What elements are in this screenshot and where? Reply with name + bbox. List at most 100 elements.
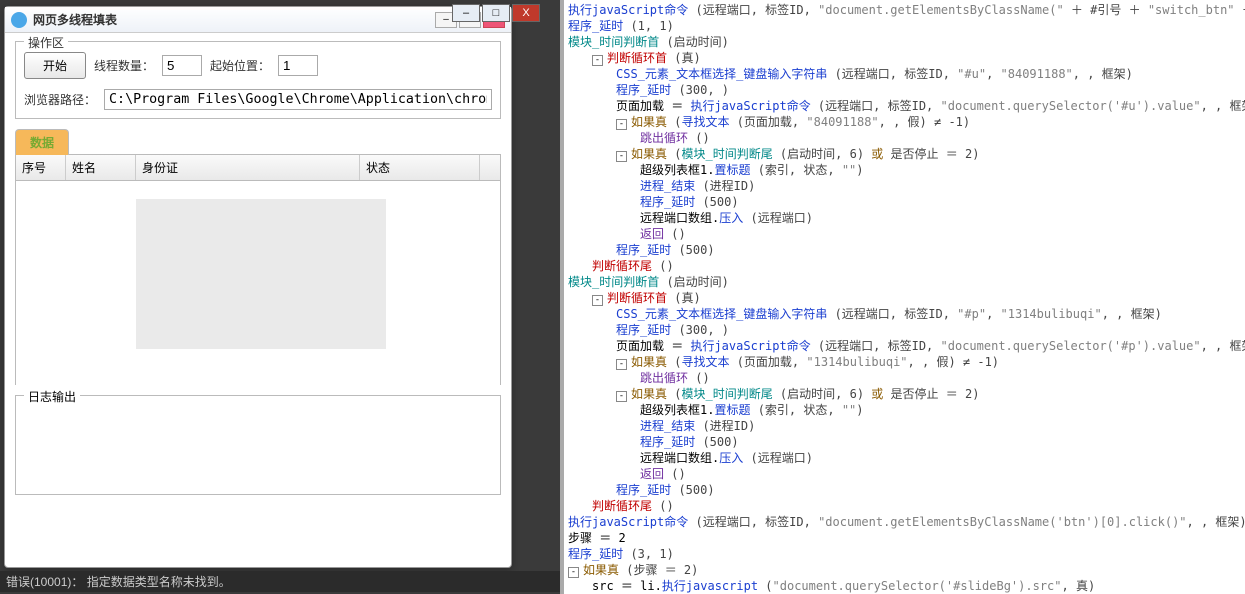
- start-button[interactable]: 开始: [24, 52, 86, 79]
- code-token: 进程_结束: [640, 419, 695, 433]
- code-line[interactable]: 程序_延时 (500): [568, 482, 1241, 498]
- th-name[interactable]: 姓名: [66, 155, 136, 180]
- code-line[interactable]: -如果真 (模块_时间判断尾 (启动时间, 6) 或 是否停止 ＝ 2): [568, 146, 1241, 162]
- code-line[interactable]: -如果真 (步骤 ＝ 2): [568, 562, 1241, 578]
- th-id[interactable]: 身份证: [136, 155, 360, 180]
- tree-toggle-icon[interactable]: -: [592, 295, 603, 306]
- code-token: 如果真: [631, 115, 667, 129]
- code-line[interactable]: 执行javaScript命令 (远程端口, 标签ID, "document.ge…: [568, 2, 1241, 18]
- code-line[interactable]: 返回 (): [568, 226, 1241, 242]
- code-line[interactable]: src ＝ li.执行javascript ("document.querySe…: [568, 578, 1241, 594]
- code-line[interactable]: 跳出循环 (): [568, 370, 1241, 386]
- th-status[interactable]: 状态: [360, 155, 480, 180]
- code-line[interactable]: 程序_延时 (300, ): [568, 82, 1241, 98]
- code-token: 如果真: [631, 387, 667, 401]
- window-title: 网页多线程填表: [33, 11, 435, 28]
- code-token: 执行javaScript命令: [568, 3, 688, 17]
- code-token: "document.querySelector('#p').value": [941, 339, 1201, 353]
- code-line[interactable]: 程序_延时 (500): [568, 434, 1241, 450]
- titlebar[interactable]: 网页多线程填表 – □ X: [5, 7, 511, 33]
- code-line[interactable]: 程序_延时 (500): [568, 194, 1241, 210]
- table-placeholder: [136, 199, 386, 349]
- th-extra[interactable]: [480, 155, 500, 180]
- code-token: 寻找文本: [681, 355, 729, 369]
- code-line[interactable]: 判断循环尾 (): [568, 258, 1241, 274]
- code-line[interactable]: 跳出循环 (): [568, 130, 1241, 146]
- outer-maximize-button[interactable]: □: [482, 4, 510, 22]
- code-line[interactable]: 模块_时间判断首 (启动时间): [568, 34, 1241, 50]
- code-token: (300, ): [671, 323, 729, 337]
- code-token: 模块_时间判断尾: [681, 387, 772, 401]
- code-token: 如果真: [583, 563, 619, 577]
- code-token: (启动时间, 6): [773, 147, 872, 161]
- code-line[interactable]: 页面加载 ＝ 执行javaScript命令 (远程端口, 标签ID, "docu…: [568, 338, 1241, 354]
- code-line[interactable]: 模块_时间判断首 (启动时间): [568, 274, 1241, 290]
- code-token: ＋ #引号 ＋: [1235, 3, 1245, 17]
- browser-path-input[interactable]: [104, 89, 492, 110]
- start-pos-input[interactable]: [278, 55, 318, 76]
- code-token: (页面加载,: [729, 115, 806, 129]
- code-token: 步骤 ＝ 2: [568, 531, 626, 545]
- code-token: (: [758, 579, 772, 593]
- code-line[interactable]: 超级列表框1.置标题 (索引, 状态, ""): [568, 402, 1241, 418]
- code-line[interactable]: 超级列表框1.置标题 (索引, 状态, ""): [568, 162, 1241, 178]
- code-token: "84091188": [806, 115, 878, 129]
- code-token: (1, 1): [623, 19, 674, 33]
- code-token: (索引, 状态,: [750, 403, 841, 417]
- code-token: "#u": [957, 67, 986, 81]
- code-token: (远程端口): [743, 451, 813, 465]
- code-token: (500): [671, 483, 714, 497]
- code-token: (远程端口, 标签ID,: [827, 307, 957, 321]
- code-line[interactable]: CSS_元素_文本框选择_键盘输入字符串 (远程端口, 标签ID, "#p", …: [568, 306, 1241, 322]
- code-line[interactable]: CSS_元素_文本框选择_键盘输入字符串 (远程端口, 标签ID, "#u", …: [568, 66, 1241, 82]
- code-line[interactable]: 程序_延时 (3, 1): [568, 546, 1241, 562]
- code-line[interactable]: 程序_延时 (1, 1): [568, 18, 1241, 34]
- code-line[interactable]: 远程端口数组.压入 (远程端口): [568, 450, 1241, 466]
- code-line[interactable]: 判断循环尾 (): [568, 498, 1241, 514]
- code-token: 程序_延时: [568, 547, 623, 561]
- table-body[interactable]: [16, 181, 500, 386]
- tab-data[interactable]: 数据: [15, 129, 69, 155]
- code-token: (启动时间): [659, 35, 729, 49]
- code-token: (远程端口, 标签ID,: [688, 515, 818, 529]
- app-icon: [11, 12, 27, 28]
- data-table: 序号 姓名 身份证 状态: [15, 155, 501, 385]
- code-line[interactable]: -如果真 (模块_时间判断尾 (启动时间, 6) 或 是否停止 ＝ 2): [568, 386, 1241, 402]
- code-line[interactable]: 返回 (): [568, 466, 1241, 482]
- code-line[interactable]: 程序_延时 (500): [568, 242, 1241, 258]
- outer-minimize-button[interactable]: –: [452, 4, 480, 22]
- code-token: (300, ): [671, 83, 729, 97]
- code-token: 判断循环首: [607, 291, 667, 305]
- code-line[interactable]: 程序_延时 (300, ): [568, 322, 1241, 338]
- code-token: 返回: [640, 467, 664, 481]
- code-line[interactable]: 进程_结束 (进程ID): [568, 178, 1241, 194]
- code-token: "1314bulibuqi": [806, 355, 907, 369]
- code-line[interactable]: 页面加载 ＝ 执行javaScript命令 (远程端口, 标签ID, "docu…: [568, 98, 1241, 114]
- tree-toggle-icon[interactable]: -: [592, 55, 603, 66]
- code-line[interactable]: 远程端口数组.压入 (远程端口): [568, 210, 1241, 226]
- code-token: 返回: [640, 227, 664, 241]
- code-line[interactable]: 执行javaScript命令 (远程端口, 标签ID, "document.ge…: [568, 514, 1241, 530]
- code-token: 远程端口数组.: [640, 451, 719, 465]
- code-line[interactable]: 进程_结束 (进程ID): [568, 418, 1241, 434]
- outer-close-button[interactable]: X: [512, 4, 540, 22]
- code-token: "document.querySelector('#u').value": [941, 99, 1201, 113]
- thread-count-input[interactable]: [162, 55, 202, 76]
- code-editor[interactable]: 执行javaScript命令 (远程端口, 标签ID, "document.ge…: [560, 0, 1245, 594]
- code-token: (500): [695, 195, 738, 209]
- code-token: 执行javaScript命令: [690, 339, 810, 353]
- code-token: src ＝ li.: [592, 579, 662, 593]
- code-line[interactable]: -判断循环首 (真): [568, 50, 1241, 66]
- code-line[interactable]: -判断循环首 (真): [568, 290, 1241, 306]
- code-token: 页面加载 ＝: [616, 339, 690, 353]
- code-token: (: [667, 147, 681, 161]
- tree-toggle-icon[interactable]: -: [616, 119, 627, 130]
- code-line[interactable]: -如果真 (寻找文本 (页面加载, "1314bulibuqi", , 假) ≠…: [568, 354, 1241, 370]
- code-line[interactable]: -如果真 (寻找文本 (页面加载, "84091188", , 假) ≠ -1): [568, 114, 1241, 130]
- tree-toggle-icon[interactable]: -: [616, 391, 627, 402]
- code-line[interactable]: 步骤 ＝ 2: [568, 530, 1241, 546]
- tree-toggle-icon[interactable]: -: [616, 151, 627, 162]
- tree-toggle-icon[interactable]: -: [568, 567, 579, 578]
- tree-toggle-icon[interactable]: -: [616, 359, 627, 370]
- th-index[interactable]: 序号: [16, 155, 66, 180]
